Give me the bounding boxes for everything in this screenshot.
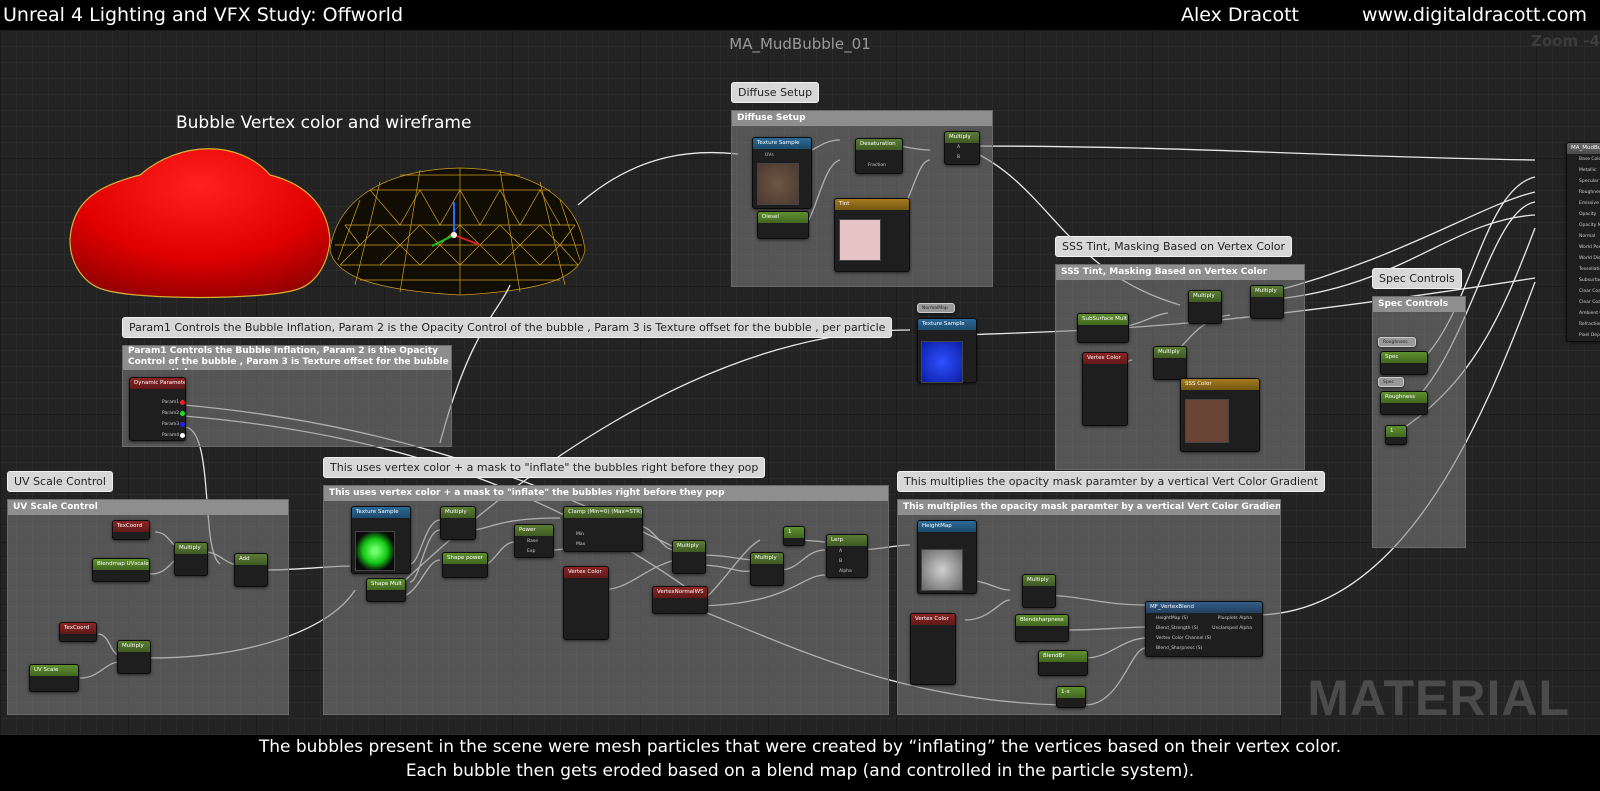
website-link[interactable]: www.digitaldracott.com	[1362, 4, 1587, 26]
node-clamp[interactable]: Clamp (Min=0) (Max=STR) Min Max	[563, 506, 643, 552]
node-blendmap-uvscale[interactable]: Blendmap UVscale	[92, 558, 150, 582]
result-pin-8[interactable]: World Position Offset	[1579, 245, 1600, 250]
result-pin-10[interactable]: Tessellation Multiplier	[1579, 267, 1600, 272]
node-heightmap-texture[interactable]: HeightMap	[917, 520, 977, 594]
node-multiply-sss-1[interactable]: Multiply	[1188, 290, 1222, 324]
node-multiply-opacity[interactable]: Multiply	[1022, 574, 1056, 608]
node-roughness-tag[interactable]: Roughness	[1378, 337, 1416, 347]
mf-out-0[interactable]: Plusplots Alpha	[1218, 616, 1252, 621]
node-vertex-color-opacity[interactable]: Vertex Color	[910, 613, 956, 685]
node-roughness-param[interactable]: Roughness	[1380, 391, 1428, 415]
node-lerp[interactable]: Lerp A B Alpha	[826, 534, 868, 578]
node-one-minus[interactable]: 1-x	[1056, 686, 1086, 708]
sss-color-swatch	[1185, 399, 1229, 443]
comment-box-spec-controls[interactable]: Spec Controls	[1372, 296, 1466, 548]
node-multiply-inflate-1[interactable]: Multiply	[440, 506, 476, 540]
node-diesel-param[interactable]: Diesel	[757, 211, 809, 239]
comment-header: Diffuse Setup	[732, 111, 992, 126]
node-material-result[interactable]: MA_MudBubble_01 Base ColorMetallicSpecul…	[1566, 142, 1600, 342]
result-pin-7[interactable]: Normal	[1579, 234, 1595, 239]
result-pin-4[interactable]: Emissive Color	[1579, 201, 1600, 206]
result-pin-5[interactable]: Opacity	[1579, 212, 1596, 217]
material-watermark: MATERIAL	[1307, 670, 1570, 726]
node-vertex-color-inflate[interactable]: Vertex Color	[563, 566, 609, 640]
result-pin-11[interactable]: Subsurface Color	[1579, 278, 1600, 283]
node-vertex-color-sss[interactable]: Vertex Color	[1082, 352, 1128, 426]
comment-bubble-inflate[interactable]: This uses vertex color + a mask to "infl…	[323, 457, 766, 478]
node-texture-sample-mask[interactable]: Texture Sample	[351, 506, 411, 574]
node-shape-power[interactable]: Shape power	[442, 552, 488, 578]
node-mf-vertex-blend[interactable]: MF_VertexBlend HeightMap (S) Blend_Streng…	[1145, 601, 1263, 657]
mf-out-1[interactable]: Unclamped Alpha	[1212, 626, 1252, 631]
node-desaturation[interactable]: Desaturation Fraction	[855, 138, 903, 174]
result-pin-3[interactable]: Roughness	[1579, 190, 1600, 195]
result-pin-2[interactable]: Specular	[1579, 179, 1599, 184]
node-multiply-sss-3[interactable]: Multiply	[1153, 346, 1187, 380]
node-add-uv[interactable]: Add	[234, 553, 268, 587]
caption-line-1: The bubbles present in the scene were me…	[258, 737, 1342, 757]
mf-in-3[interactable]: Blend_Sharpness (S)	[1156, 646, 1202, 651]
node-subsurface-mult[interactable]: SubSurface Mult	[1077, 313, 1129, 343]
node-multiply-diffuse[interactable]: Multiply A B	[944, 131, 980, 165]
result-pin-15[interactable]: Refraction	[1579, 322, 1600, 327]
comment-bubble-spec[interactable]: Spec Controls	[1372, 268, 1462, 289]
diffuse-texture-thumbnail	[757, 163, 799, 205]
caption-line-2: Each bubble then gets eroded based on a …	[405, 761, 1195, 781]
result-pin-16[interactable]: Pixel Depth Offset	[1579, 333, 1600, 338]
node-vertex-normal-ws[interactable]: VertexNormalWS	[652, 586, 708, 614]
result-pin-14[interactable]: Ambient Occlusion	[1579, 311, 1600, 316]
node-power[interactable]: Power Base Exp	[514, 524, 554, 558]
mask-texture-thumbnail	[355, 531, 395, 571]
comment-bubble-opacity[interactable]: This multiplies the opacity mask paramte…	[897, 471, 1326, 492]
mf-in-0[interactable]: HeightMap (S)	[1156, 616, 1188, 621]
node-multiply-inflate-3[interactable]: Multiply	[750, 552, 784, 586]
node-tint-vector[interactable]: Tint	[834, 198, 910, 272]
node-texture-sample-normal[interactable]: Texture Sample	[917, 318, 977, 383]
node-spec-param[interactable]: Spec	[1380, 351, 1428, 375]
node-multiply-uv-1[interactable]: Multiply	[174, 542, 208, 576]
comment-bubble-sss[interactable]: SSS Tint, Masking Based on Vertex Color	[1055, 236, 1293, 257]
study-title: Unreal 4 Lighting and VFX Study: Offworl…	[3, 4, 404, 26]
mf-in-1[interactable]: Blend_Strength (S)	[1156, 626, 1198, 631]
node-blend-sharpness[interactable]: Blendsharpness	[1015, 614, 1069, 642]
author-name: Alex Dracott	[1181, 4, 1299, 26]
result-pin-9[interactable]: World Displacement	[1579, 256, 1600, 261]
node-spec-tag[interactable]: Spec	[1378, 377, 1404, 387]
comment-bubble-params[interactable]: Param1 Controls the Bubble Inflation, Pa…	[122, 317, 893, 338]
node-blendbr[interactable]: BlendBr	[1038, 650, 1088, 676]
node-shape-mult[interactable]: Shape Mult	[366, 578, 406, 602]
result-pin-13[interactable]: Clear Coat Roughness	[1579, 300, 1600, 305]
node-dynamic-parameter[interactable]: Dynamic Parameter Param1 Param2 Param3 P…	[129, 377, 186, 441]
normal-texture-thumbnail	[921, 341, 963, 383]
top-title-bar: Unreal 4 Lighting and VFX Study: Offworl…	[0, 0, 1600, 30]
heightmap-thumbnail	[921, 549, 963, 591]
node-sss-color-vector[interactable]: SSS Color	[1180, 378, 1260, 452]
tint-color-swatch	[839, 219, 881, 261]
node-multiply-inflate-2[interactable]: Multiply	[672, 540, 706, 574]
node-normalmap-param-tag[interactable]: NormalMap	[917, 303, 955, 313]
comment-bubble-diffuse[interactable]: Diffuse Setup	[731, 82, 820, 103]
result-pin-0[interactable]: Base Color	[1579, 157, 1600, 162]
node-texcoord-2[interactable]: TexCoord	[59, 622, 97, 642]
mf-in-2[interactable]: Vertex Color Channel (S)	[1156, 636, 1211, 641]
comment-bubble-uv-scale[interactable]: UV Scale Control	[7, 471, 113, 492]
caption-bar: The bubbles present in the scene were me…	[0, 735, 1600, 791]
node-texture-sample-diffuse[interactable]: Texture Sample UVs	[752, 137, 812, 209]
node-multiply-sss-2[interactable]: Multiply	[1250, 285, 1284, 319]
result-pin-12[interactable]: Clear Coat	[1579, 289, 1600, 294]
result-pin-1[interactable]: Metallic	[1579, 168, 1596, 173]
result-pin-6[interactable]: Opacity Mask	[1579, 223, 1600, 228]
node-constant-zero[interactable]: 1	[783, 526, 805, 546]
node-texcoord-1[interactable]: TexCoord	[112, 520, 150, 540]
node-uv-scale-param[interactable]: UV Scale	[29, 664, 79, 692]
material-graph-canvas[interactable]: MA_MudBubble_01 Zoom -4 Bubble Vertex co…	[0, 30, 1600, 735]
node-constant-one-spec[interactable]: 1	[1385, 425, 1407, 445]
node-multiply-uv-2[interactable]: Multiply	[117, 640, 151, 674]
